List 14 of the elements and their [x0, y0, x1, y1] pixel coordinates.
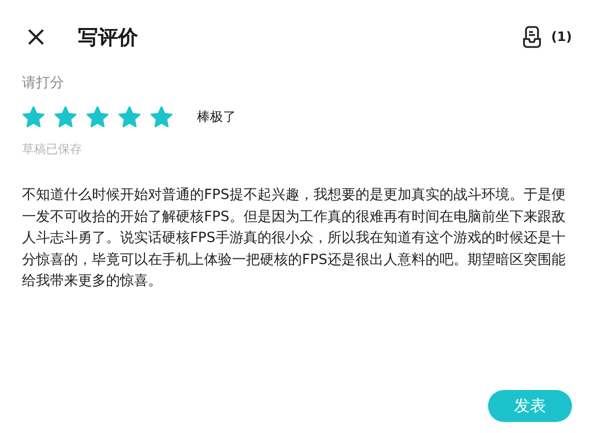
star-icon[interactable]	[54, 106, 77, 128]
page-title: 写评价	[78, 24, 139, 50]
rating-prompt: 请打分	[22, 74, 65, 92]
star-rating[interactable]	[22, 106, 173, 128]
draft-status: 草稿已保存	[22, 141, 83, 158]
inbox-icon	[523, 26, 542, 48]
star-icon[interactable]	[22, 106, 45, 128]
drafts-button[interactable]: (1)	[523, 26, 572, 48]
star-icon[interactable]	[150, 106, 173, 128]
rating-verdict: 棒极了	[197, 109, 236, 126]
close-button[interactable]	[26, 27, 46, 47]
star-icon[interactable]	[118, 106, 141, 128]
star-icon[interactable]	[86, 106, 109, 128]
review-text[interactable]: 不知道什么时候开始对普通的FPS提不起兴趣，我想要的是更加真实的战斗环境。于是便一发不可收拾的开始了解硬核FPS。但是因为工作真的很难再有时间在电脑前坐下来跟敌人斗志斗勇了。说实话硬核FPS手游真的很小众，所以我在知道有这个游戏的时候还是十分惊喜的，毕竟可以在手机上体验一把硬核的FPS还是很出人意料的吧。期望暗区突围能给我带来更多的惊喜。	[22, 185, 572, 292]
